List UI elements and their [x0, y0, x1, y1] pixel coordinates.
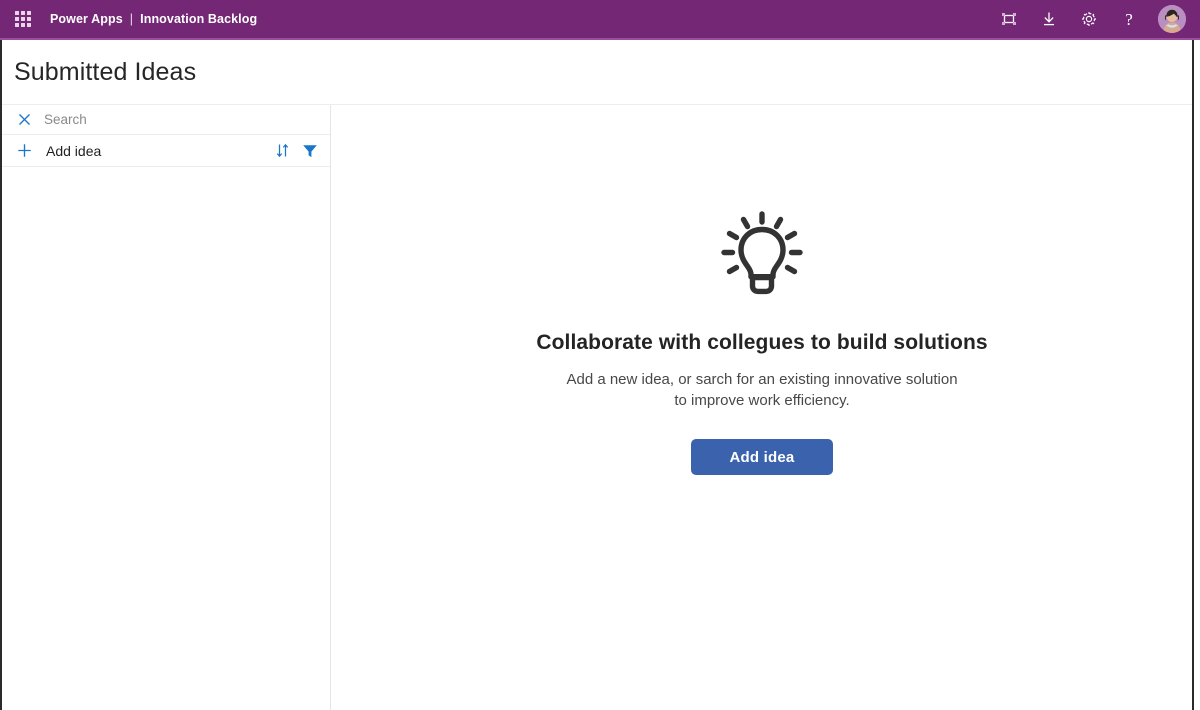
brand-separator: |: [129, 12, 134, 26]
brand-area: Power Apps | Innovation Backlog: [50, 12, 257, 26]
empty-state-panel: Collaborate with collegues to build solu…: [332, 105, 1192, 710]
empty-state-subtext: Add a new idea, or sarch for an existing…: [566, 371, 958, 409]
ideas-list: [2, 167, 330, 707]
avatar-image: [1158, 5, 1186, 33]
download-button[interactable]: [1036, 6, 1062, 32]
help-button[interactable]: ?: [1116, 6, 1142, 32]
edit-frame-icon: [1002, 13, 1016, 25]
sort-icon[interactable]: [272, 141, 292, 161]
app-launcher-button[interactable]: [10, 4, 36, 34]
topbar-actions: ?: [996, 5, 1186, 33]
add-idea-row: Add idea: [2, 135, 330, 167]
page-title: Submitted Ideas: [14, 58, 197, 86]
canvas-right-border: [1192, 40, 1194, 710]
app-name[interactable]: Innovation Backlog: [140, 12, 257, 26]
page-title-bar: Submitted Ideas: [0, 40, 1200, 105]
plus-icon[interactable]: [16, 143, 32, 159]
close-icon[interactable]: [16, 112, 32, 128]
app-root: Power Apps | Innovation Backlog ? Submit…: [0, 0, 1200, 710]
download-icon: [1044, 12, 1054, 26]
waffle-icon: [15, 11, 31, 27]
lightbulb-icon: [714, 205, 810, 301]
search-input[interactable]: Search: [2, 105, 330, 135]
top-navigation-bar: Power Apps | Innovation Backlog ?: [0, 0, 1200, 38]
add-idea-label[interactable]: Add idea: [46, 143, 101, 159]
ideas-gallery-panel: Search Add idea: [2, 105, 331, 710]
avatar[interactable]: [1158, 5, 1186, 33]
add-idea-button[interactable]: Add idea: [691, 439, 833, 475]
settings-button[interactable]: [1076, 6, 1102, 32]
search-placeholder: Search: [44, 112, 87, 127]
edit-frame-button[interactable]: [996, 6, 1022, 32]
empty-state-heading: Collaborate with collegues to build solu…: [536, 331, 988, 354]
help-icon: ?: [1125, 9, 1133, 29]
filter-icon[interactable]: [300, 141, 320, 161]
gear-icon: [1081, 11, 1097, 27]
product-name[interactable]: Power Apps: [50, 12, 123, 26]
